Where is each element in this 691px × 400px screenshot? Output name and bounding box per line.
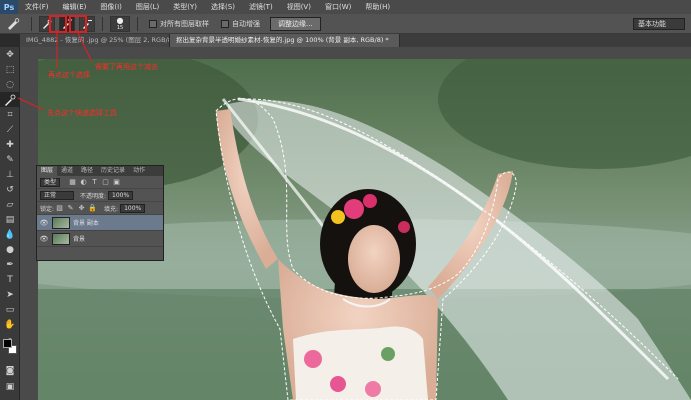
annotation-quick-select: 先点这个快速选择工具 bbox=[47, 109, 117, 117]
arrow-to-quick-select bbox=[17, 97, 45, 111]
foreground-color-swatch[interactable] bbox=[3, 339, 12, 348]
arrow-to-subtract-button bbox=[77, 32, 93, 63]
annotation-add-tool: 再点这个选择 bbox=[48, 71, 90, 79]
annotation-subtract-tool: 需要了再用这个减去 bbox=[95, 63, 158, 71]
annotation-arrows bbox=[17, 32, 93, 111]
